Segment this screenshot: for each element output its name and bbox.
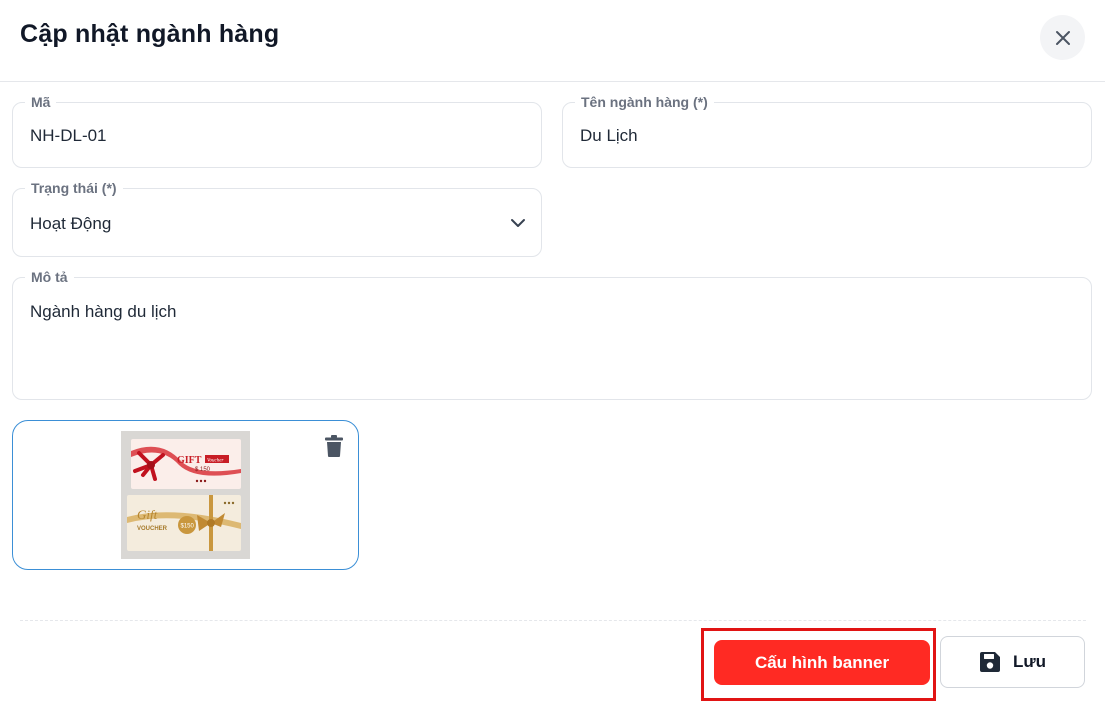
close-icon [1055,30,1070,45]
code-field[interactable]: Mã NH-DL-01 [12,94,542,168]
save-button[interactable]: Lưu [940,636,1085,688]
category-name-value[interactable]: Du Lịch [580,126,638,146]
category-name-field[interactable]: Tên ngành hàng (*) Du Lịch [562,94,1092,168]
category-image: GIFT Voucher $ 150 Gift VOUCHER $150 [121,431,250,559]
floppy-disk-icon [979,652,1000,672]
save-button-label: Lưu [1012,652,1047,671]
modal-title: Cập nhật ngành hàng [20,20,280,48]
bottom-voucher-price: $150 [181,524,195,530]
top-voucher-price: $ 150 [195,467,211,473]
bottom-voucher-word: Gift [137,507,158,522]
category-name-label: Tên ngành hàng (*) [575,94,714,110]
trash-icon[interactable] [325,435,343,457]
top-voucher-tag: Voucher [207,459,223,464]
status-select[interactable]: Trạng thái (*) Hoạt Động [12,180,542,257]
image-upload-box[interactable]: GIFT Voucher $ 150 Gift VOUCHER $150 [12,420,359,570]
gift-voucher-image: GIFT Voucher $ 150 Gift VOUCHER $150 [121,431,250,559]
footer-divider [20,620,1086,621]
code-value[interactable]: NH-DL-01 [30,126,107,146]
description-value[interactable]: Ngành hàng du lịch [30,302,177,322]
banner-config-button[interactable]: Cấu hình banner [714,640,930,685]
modal-header: Cập nhật ngành hàng [0,0,1105,82]
bottom-voucher-tag: VOUCHER [137,526,168,532]
close-button[interactable] [1040,15,1085,60]
top-voucher-word: GIFT [177,455,202,466]
code-label: Mã [25,94,57,110]
status-label: Trạng thái (*) [25,180,123,196]
description-field[interactable]: Mô tả Ngành hàng du lịch [12,269,1092,400]
chevron-down-icon[interactable] [509,214,527,232]
status-value[interactable]: Hoạt Động [30,214,111,234]
description-label: Mô tả [25,269,74,285]
